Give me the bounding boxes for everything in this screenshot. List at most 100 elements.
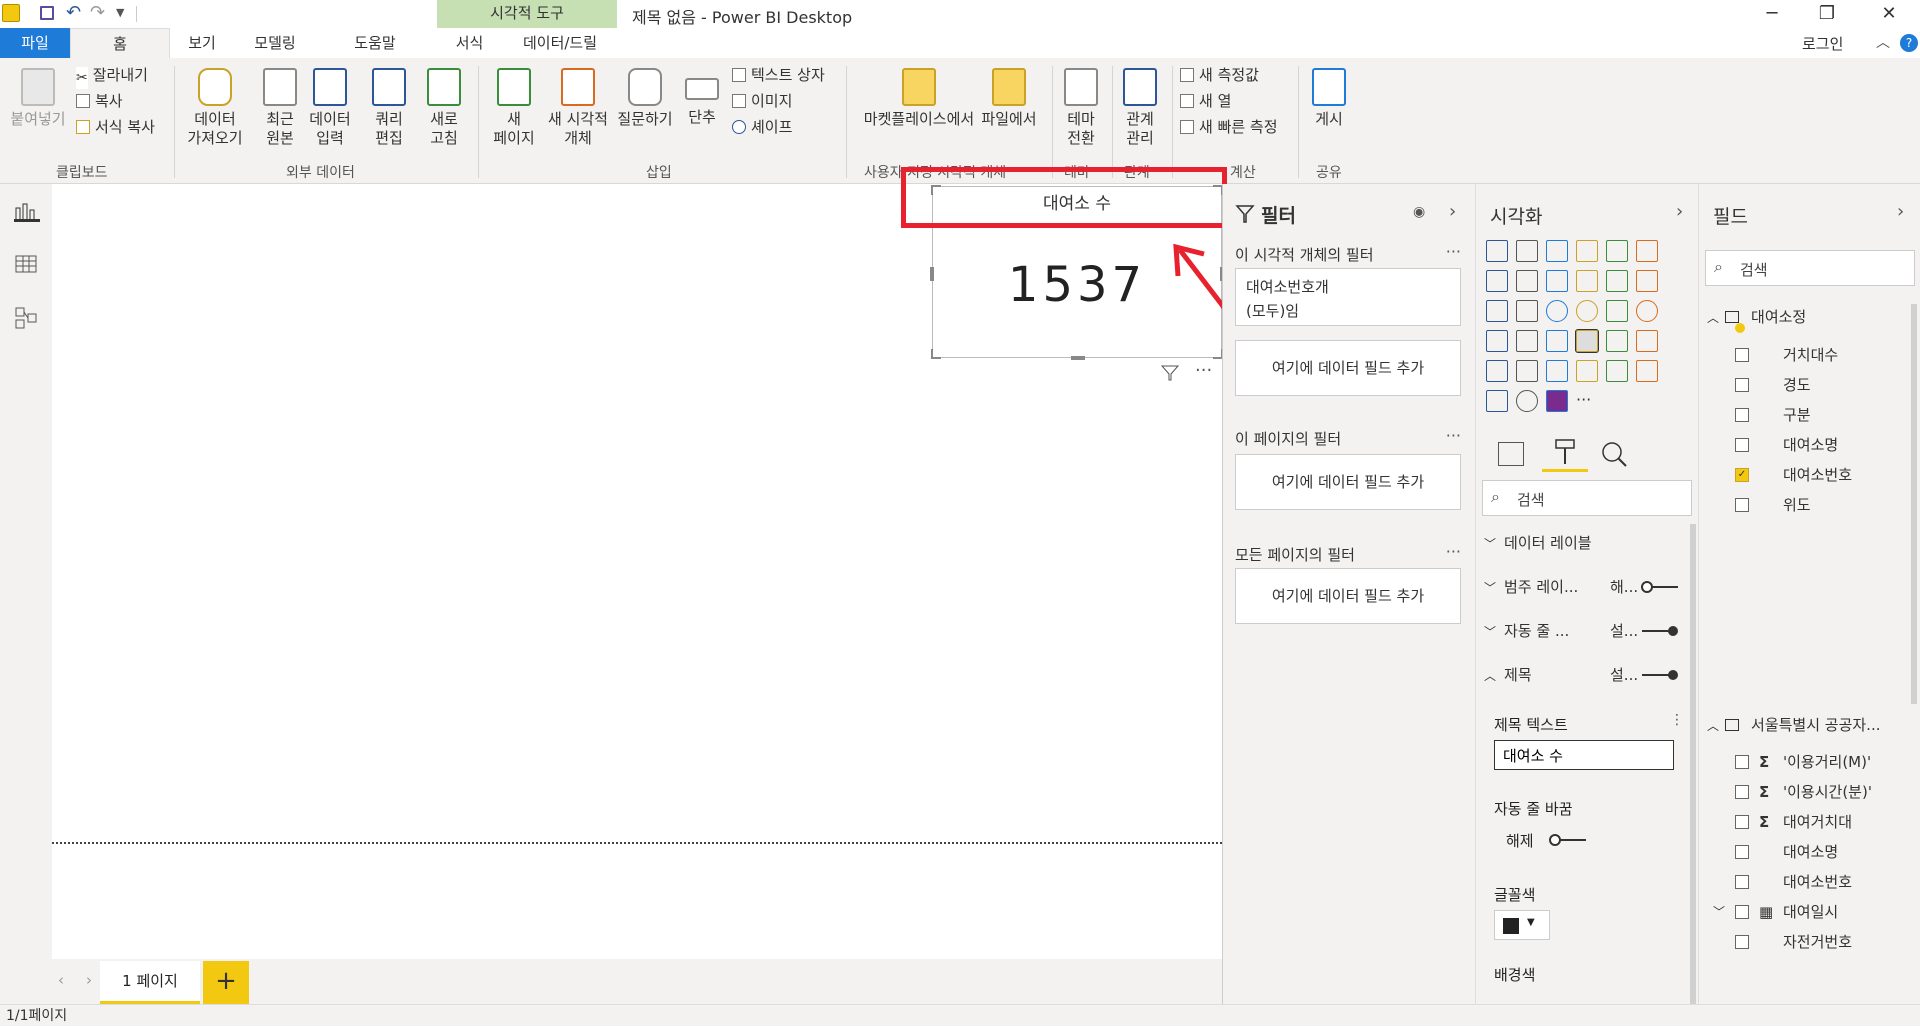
field-checkbox[interactable] [1735, 498, 1749, 512]
title-toggle[interactable] [1640, 668, 1680, 682]
collapse-viz-icon[interactable]: › [1676, 201, 1683, 222]
collapse-filters-icon[interactable]: › [1449, 201, 1456, 222]
python-visual-icon[interactable] [1606, 360, 1628, 382]
line-visual-icon[interactable] [1486, 270, 1508, 292]
add-field-visual-dropzone[interactable]: 여기에 데이터 필드 추가 [1235, 340, 1461, 396]
table-visual-icon[interactable] [1516, 360, 1538, 382]
treemap-visual-icon[interactable] [1606, 300, 1628, 322]
powerapps-visual-icon[interactable] [1546, 390, 1568, 412]
field-checkbox[interactable] [1735, 845, 1749, 859]
title-text-more[interactable]: ⋮ [1670, 712, 1684, 728]
field-item[interactable]: 대여일시 [1783, 901, 1838, 923]
page-filters-more[interactable]: ··· [1446, 426, 1461, 445]
field-checkbox-checked[interactable]: ✓ [1735, 468, 1749, 482]
filled-map-visual-icon[interactable] [1486, 330, 1508, 352]
field-item[interactable]: 위도 [1783, 494, 1811, 516]
chevron-down-icon[interactable]: ﹀ [1713, 901, 1725, 923]
stacked-column-visual-icon[interactable] [1516, 240, 1538, 262]
section-word-wrap[interactable]: ﹀ 자동 줄 ... 설... [1484, 616, 1684, 646]
field-checkbox[interactable] [1735, 905, 1749, 919]
field-item[interactable]: '이용시간(분)' [1783, 781, 1872, 803]
fields-well-icon[interactable] [1498, 442, 1524, 466]
eye-icon[interactable]: ◉ [1413, 204, 1425, 220]
page-next-icon[interactable]: › [86, 971, 92, 989]
more-visual-icon[interactable]: ··· [1576, 390, 1598, 412]
analytics-magnifier-icon[interactable] [1600, 440, 1628, 472]
fields-search-box[interactable]: ⌕ 검색 [1705, 250, 1915, 286]
format-paint-roller-icon[interactable] [1542, 436, 1588, 472]
field-item[interactable]: 대여소번호 [1783, 871, 1852, 893]
page-prev-icon[interactable]: ‹ [58, 971, 64, 989]
table-row-1[interactable]: ︿ 대여소정 [1707, 306, 1806, 328]
section-data-label[interactable]: ﹀ 데이터 레이블 [1484, 528, 1684, 558]
field-checkbox[interactable] [1735, 875, 1749, 889]
field-checkbox[interactable] [1735, 785, 1749, 799]
map-visual-icon[interactable] [1636, 300, 1658, 322]
field-item[interactable]: 구분 [1783, 404, 1811, 426]
section-category-label[interactable]: ﹀ 범주 레이... 해... [1484, 572, 1684, 602]
add-page-button[interactable]: + [203, 961, 249, 1004]
multirow-card-visual-icon[interactable] [1606, 330, 1628, 352]
field-item[interactable]: 거치대수 [1783, 344, 1838, 366]
field-checkbox[interactable] [1735, 408, 1749, 422]
field-item[interactable]: 대여소번호 [1783, 464, 1852, 486]
field-item[interactable]: 대여소명 [1783, 434, 1838, 456]
field-checkbox[interactable] [1735, 438, 1749, 452]
add-field-page-dropzone[interactable]: 여기에 데이터 필드 추가 [1235, 454, 1461, 510]
title-text-label: 제목 텍스트 [1494, 716, 1568, 734]
pie-visual-icon[interactable] [1546, 300, 1568, 322]
matrix-visual-icon[interactable] [1546, 360, 1568, 382]
gauge-visual-icon[interactable] [1546, 330, 1568, 352]
field-checkbox[interactable] [1735, 755, 1749, 769]
donut-visual-icon[interactable] [1576, 300, 1598, 322]
field-item[interactable]: 자전거번호 [1783, 931, 1852, 953]
key-influencers-visual-icon[interactable] [1636, 360, 1658, 382]
clustered-bar-visual-icon[interactable] [1546, 240, 1568, 262]
ribbon-visual-icon[interactable] [1636, 270, 1658, 292]
auto-wrap-toggle[interactable] [1548, 833, 1588, 847]
field-item[interactable]: '이용거리(M)' [1783, 751, 1871, 773]
section-title[interactable]: ︿ 제목 설... [1484, 660, 1684, 690]
line-clustered-visual-icon[interactable] [1606, 270, 1628, 292]
category-toggle[interactable] [1640, 580, 1680, 594]
field-item[interactable]: 대여거치대 [1783, 811, 1852, 833]
add-field-all-dropzone[interactable]: 여기에 데이터 필드 추가 [1235, 568, 1461, 624]
chevron-down-icon: ﹀ [1484, 581, 1497, 595]
page-tab-1[interactable]: 1 페이지 [100, 961, 200, 1004]
scrollbar[interactable] [1690, 524, 1696, 1004]
decomposition-visual-icon[interactable] [1486, 390, 1508, 412]
visual-filters-more[interactable]: ··· [1446, 242, 1461, 261]
table1-check-badge [1735, 323, 1745, 333]
collapse-fields-icon[interactable]: › [1897, 201, 1904, 222]
100-column-visual-icon[interactable] [1636, 240, 1658, 262]
scrollbar[interactable] [1911, 304, 1917, 704]
field-checkbox[interactable] [1735, 378, 1749, 392]
title-text-input[interactable] [1494, 740, 1674, 770]
table-row-2[interactable]: ︿ 서울특별시 공공자... [1707, 714, 1881, 736]
r-visual-visual-icon[interactable] [1576, 360, 1598, 382]
format-search-box[interactable]: ⌕ 검색 [1482, 480, 1692, 516]
field-item[interactable]: 대여소명 [1783, 841, 1838, 863]
filter-card-field[interactable]: 대여소번호개 (모두)임 [1235, 268, 1461, 326]
line-column-visual-icon[interactable] [1576, 270, 1598, 292]
stacked-area-visual-icon[interactable] [1546, 270, 1568, 292]
area-visual-icon[interactable] [1516, 270, 1538, 292]
card-visual-icon[interactable] [1575, 329, 1599, 353]
scatter-visual-icon[interactable] [1516, 300, 1538, 322]
100-bar-visual-icon[interactable] [1606, 240, 1628, 262]
field-checkbox[interactable] [1735, 815, 1749, 829]
waterfall-visual-icon[interactable] [1486, 300, 1508, 322]
slicer-visual-icon[interactable] [1486, 360, 1508, 382]
field-item[interactable]: 경도 [1783, 374, 1811, 396]
field-checkbox[interactable] [1735, 348, 1749, 362]
stacked-bar-visual-icon[interactable] [1486, 240, 1508, 262]
clustered-column-visual-icon[interactable] [1576, 240, 1598, 262]
all-filters-more[interactable]: ··· [1446, 542, 1461, 561]
funnel-visual-icon[interactable] [1516, 330, 1538, 352]
field-checkbox[interactable] [1735, 935, 1749, 949]
kpi-visual-icon[interactable] [1636, 330, 1658, 352]
word-wrap-toggle[interactable] [1640, 624, 1680, 638]
table1-name: 대여소정 [1751, 308, 1807, 326]
arcgis-visual-icon[interactable] [1516, 390, 1538, 412]
font-color-picker[interactable]: ▼ [1494, 910, 1550, 940]
